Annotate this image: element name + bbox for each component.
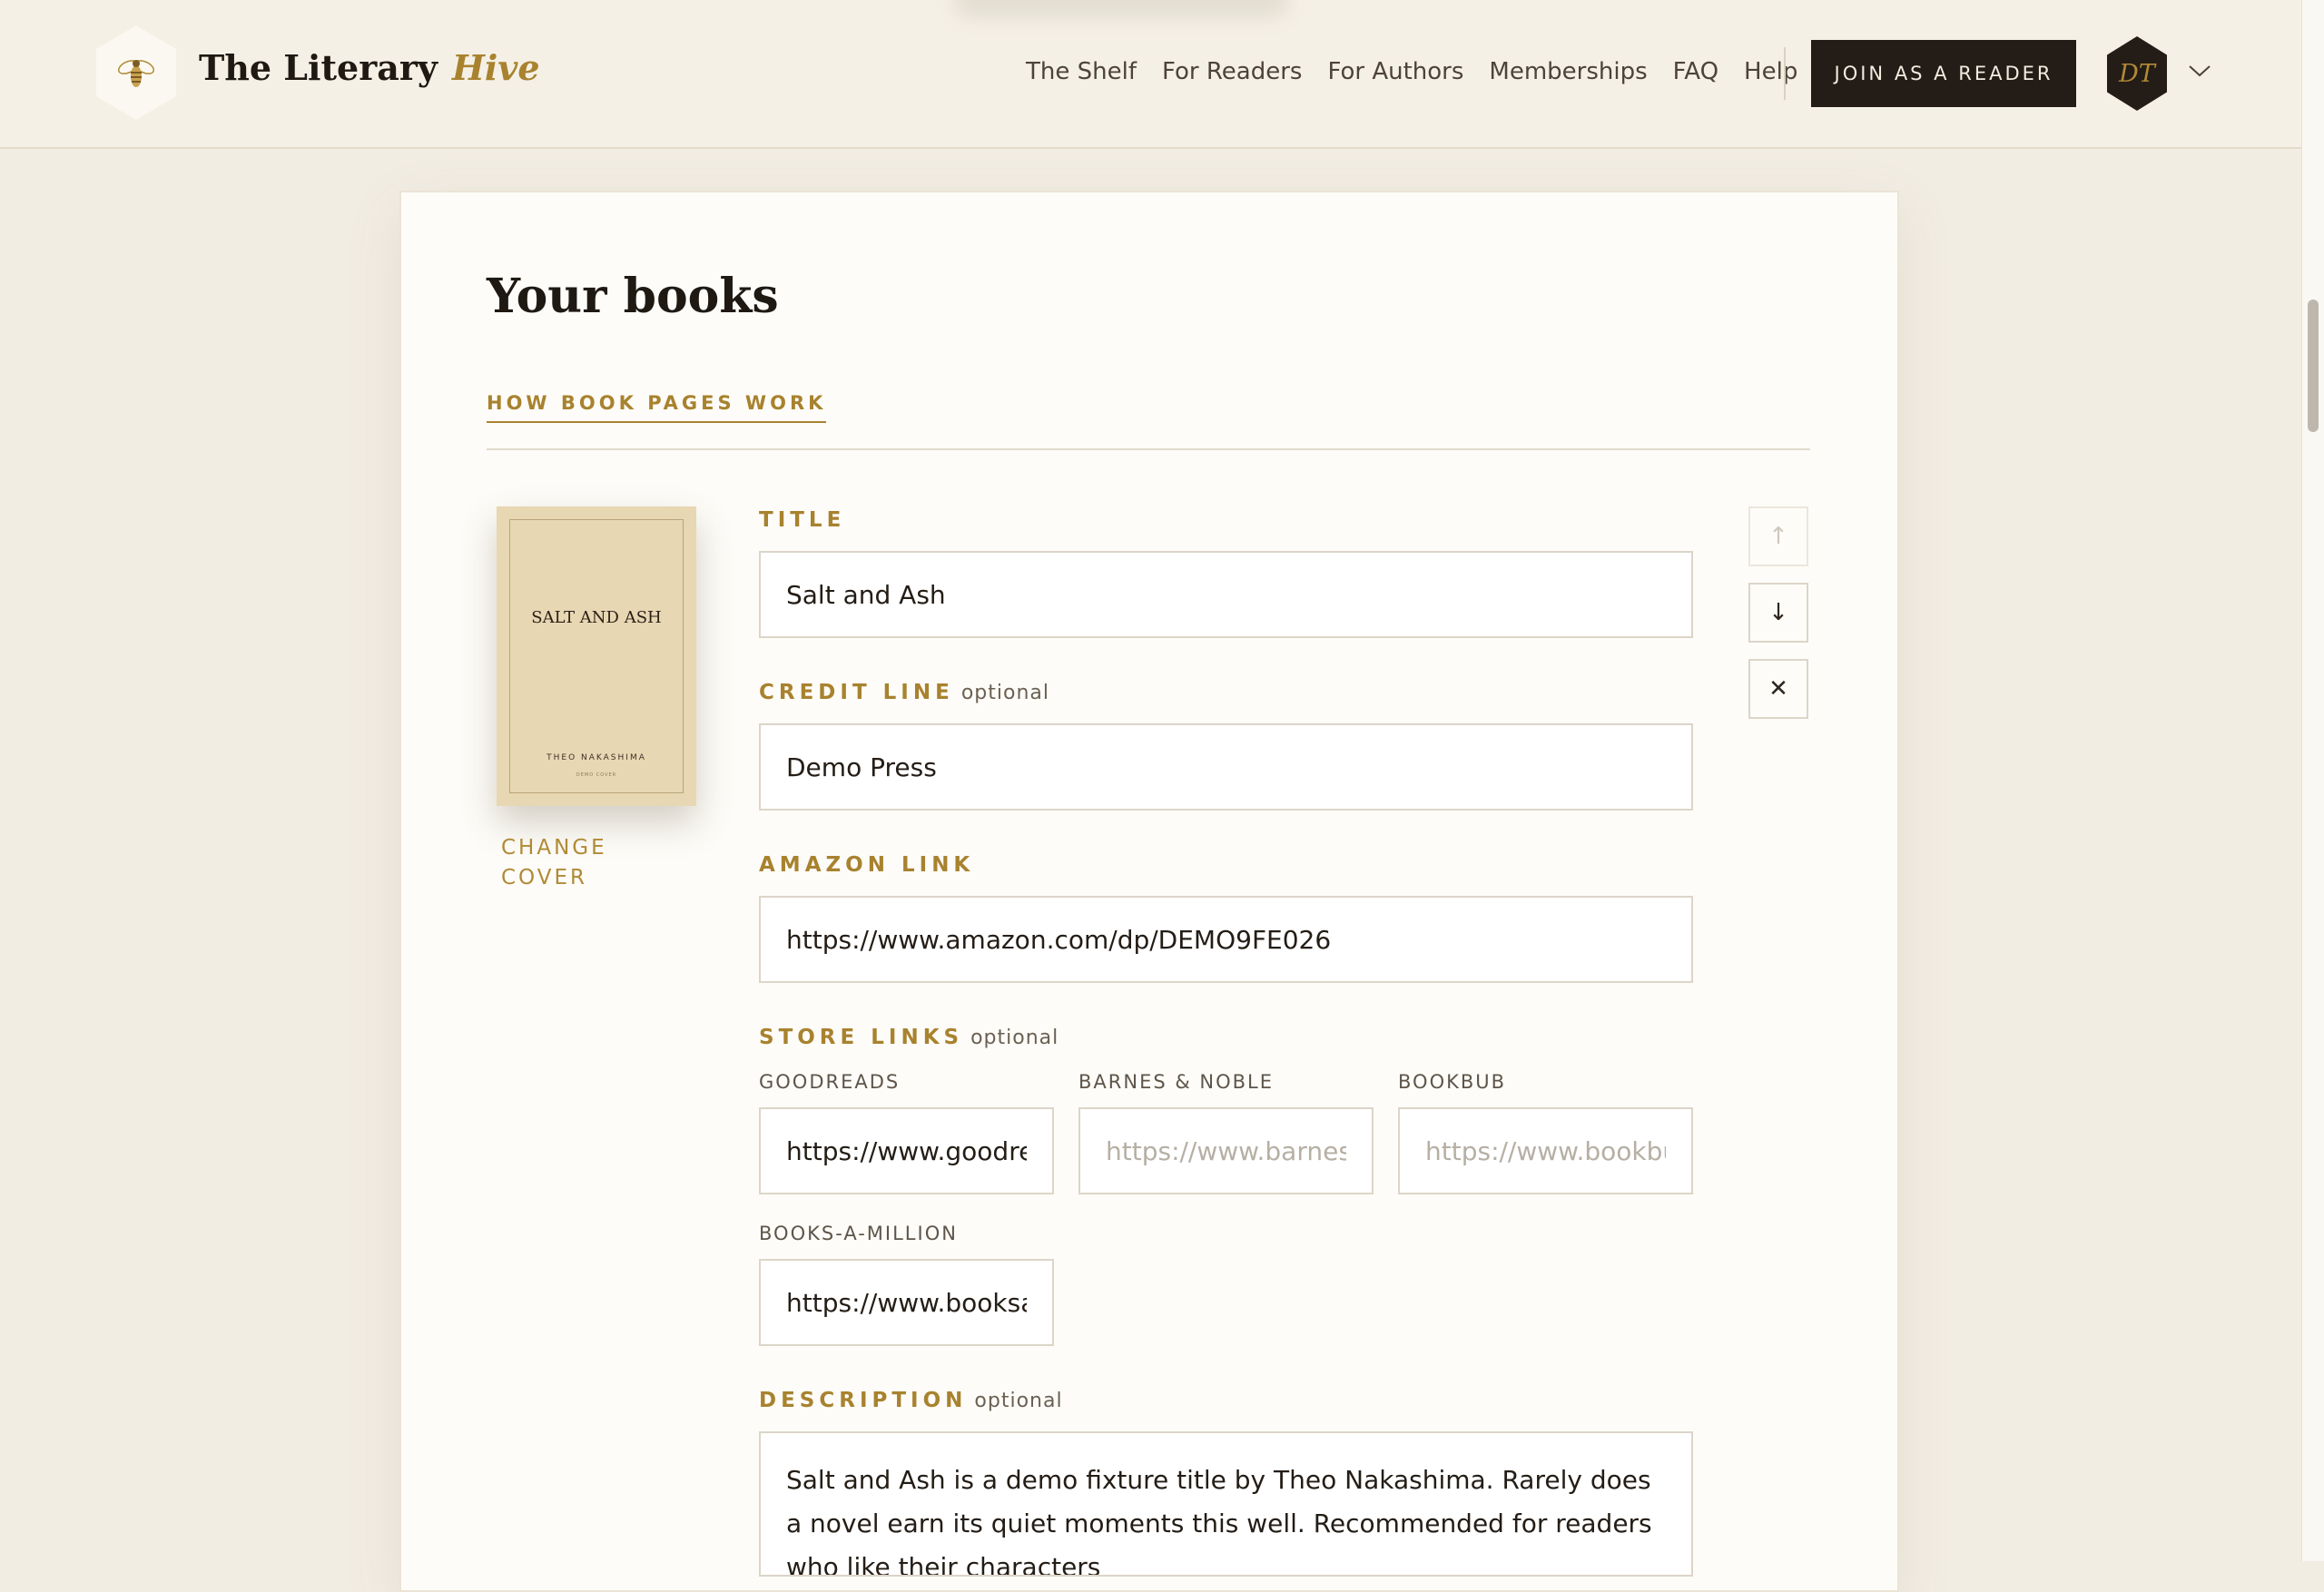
move-up-button[interactable]: ↑ [1748,506,1808,566]
arrow-up-icon: ↑ [1768,523,1788,550]
goodreads-label: GOODREADS [759,1071,901,1093]
page-title: Your books [487,269,779,324]
main-nav: The Shelf For Readers For Authors Member… [1026,58,1823,85]
amazon-link-input[interactable] [759,896,1693,983]
change-cover-button[interactable]: CHANGE COVER [501,833,637,893]
book-cover[interactable]: SALT AND ASH THEO NAKASHIMA DEMO COVER [497,506,696,806]
brand-accent: Hive [451,47,540,88]
credit-line-label-text: CREDIT LINE [759,681,954,704]
how-book-pages-work-link[interactable]: HOW BOOK PAGES WORK [487,392,827,423]
remove-book-button[interactable]: ✕ [1748,659,1808,719]
optional-tag: optional [960,682,1049,704]
join-as-reader-button[interactable]: JOIN AS A READER [1811,40,2076,107]
credit-line-input[interactable] [759,723,1693,811]
avatar[interactable]: DT [2107,36,2167,111]
dropdown-shadow [953,0,1289,18]
nav-faq[interactable]: FAQ [1673,58,1718,85]
nav-for-authors[interactable]: For Authors [1327,58,1463,85]
description-label-text: DESCRIPTION [759,1389,968,1412]
optional-tag: optional [970,1027,1059,1049]
books-a-million-input[interactable] [759,1259,1054,1346]
barnes-noble-input[interactable] [1078,1107,1374,1194]
cover-title: SALT AND ASH [531,608,662,627]
optional-tag: optional [974,1390,1063,1412]
cover-author: THEO NAKASHIMA [547,753,646,762]
nav-memberships[interactable]: Memberships [1489,58,1647,85]
section-divider [487,448,1810,450]
nav-divider [1784,47,1786,100]
nav-the-shelf[interactable]: The Shelf [1026,58,1137,85]
nav-help[interactable]: Help [1744,58,1797,85]
chevron-down-icon[interactable] [2188,64,2211,78]
amazon-link-label: AMAZON LINK [759,853,974,877]
barnes-noble-label: BARNES & NOBLE [1078,1071,1275,1093]
bookbub-label: BOOKBUB [1398,1071,1507,1093]
move-down-button[interactable]: ↓ [1748,583,1808,643]
goodreads-input[interactable] [759,1107,1054,1194]
brand-name[interactable]: The Literary Hive [199,47,540,88]
title-input[interactable] [759,551,1693,638]
description-textarea[interactable]: Salt and Ash is a demo fixture title by … [759,1431,1693,1577]
amazon-link-label-text: AMAZON LINK [759,853,975,877]
description-label: DESCRIPTION optional [759,1389,1063,1412]
title-label: TITLE [759,508,845,532]
brand-main: The Literary [199,47,438,88]
nav-for-readers[interactable]: For Readers [1162,58,1302,85]
logo-bee-icon[interactable] [96,25,176,120]
cover-frame [509,519,684,793]
cover-mark: DEMO COVER [576,772,617,778]
page-scrollbar[interactable] [2301,0,2324,1561]
close-icon: ✕ [1768,675,1788,703]
bookbub-input[interactable] [1398,1107,1693,1194]
store-links-label-text: STORE LINKS [759,1026,964,1049]
scrollbar-thumb[interactable] [2308,300,2319,432]
title-label-text: TITLE [759,508,846,532]
store-links-label: STORE LINKS optional [759,1026,1059,1049]
credit-line-label: CREDIT LINE optional [759,681,1049,704]
books-a-million-label: BOOKS-A-MILLION [759,1223,958,1244]
site-header: The Literary Hive The Shelf For Readers F… [0,0,2302,149]
arrow-down-icon: ↓ [1768,599,1788,626]
